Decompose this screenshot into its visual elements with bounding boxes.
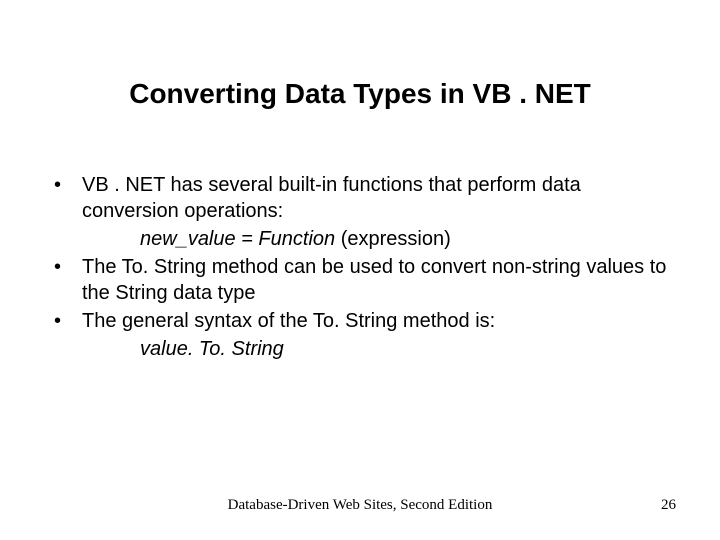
- bullet-glyph: •: [50, 172, 82, 224]
- slide-title: Converting Data Types in VB . NET: [0, 78, 720, 110]
- bullet-item: • The To. String method can be used to c…: [50, 254, 670, 306]
- slide: Converting Data Types in VB . NET • VB .…: [0, 0, 720, 540]
- bullet-subline: new_value = Function (expression): [140, 226, 670, 252]
- sub-italic-prefix: new_value = Function: [140, 228, 341, 250]
- sub-italic: value. To. String: [140, 338, 284, 360]
- slide-content: • VB . NET has several built-in function…: [50, 172, 670, 364]
- bullet-text: VB . NET has several built-in functions …: [82, 172, 670, 224]
- sub-paren: (expression): [341, 228, 451, 250]
- bullet-subline: value. To. String: [140, 336, 670, 362]
- bullet-glyph: •: [50, 308, 82, 334]
- bullet-text: The To. String method can be used to con…: [82, 254, 670, 306]
- footer-text: Database-Driven Web Sites, Second Editio…: [0, 497, 720, 514]
- bullet-item: • The general syntax of the To. String m…: [50, 308, 670, 334]
- bullet-item: • VB . NET has several built-in function…: [50, 172, 670, 224]
- page-number: 26: [661, 497, 676, 514]
- bullet-glyph: •: [50, 254, 82, 306]
- bullet-text: The general syntax of the To. String met…: [82, 308, 670, 334]
